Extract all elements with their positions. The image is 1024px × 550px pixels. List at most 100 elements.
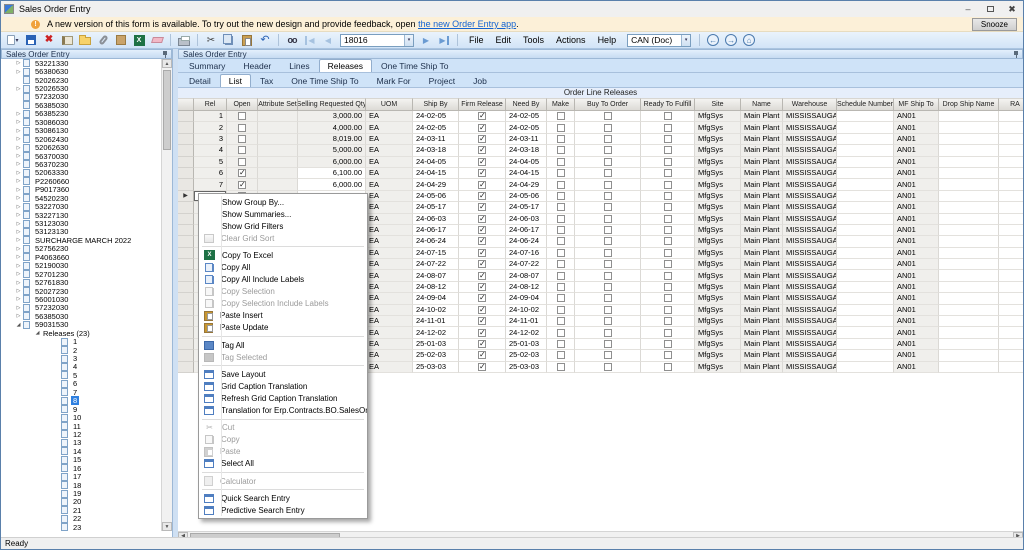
row-header[interactable] [178,293,194,305]
cell-warehouse[interactable]: MISSISSAUGA [783,213,837,225]
context-menu-item-grid-caption-translation[interactable]: Grid Caption Translation [199,380,367,392]
cell-open[interactable] [227,156,258,168]
table-row[interactable]: 2 4,000.00 EA 24-02-05 ✓ 24-02-05 MfgSys Main P… [178,122,1023,134]
cell-name[interactable]: Main Plant [741,111,783,123]
cell-uom[interactable]: EA [366,361,413,373]
cell-site[interactable]: MfgSys [695,213,741,225]
context-menu-item-copy-all[interactable]: Copy All [199,261,367,273]
row-header[interactable] [178,350,194,362]
context-menu-item-refresh-grid-caption-translation[interactable]: Refresh Grid Caption Translation [199,392,367,404]
search-button[interactable]: oo [284,33,300,47]
cell-ready[interactable] [641,133,695,146]
cell-ra[interactable] [999,145,1023,157]
cell-ready[interactable] [641,224,695,237]
cell-sched[interactable] [837,236,894,248]
cell-site[interactable]: MfgSys [695,179,741,191]
cell-site[interactable]: MfgSys [695,133,741,146]
cell-make[interactable] [547,133,575,146]
cell-mf[interactable]: AN01 [894,122,939,134]
cell-warehouse[interactable]: MISSISSAUGA [783,327,837,339]
cell-firm[interactable]: ✓ [459,316,506,328]
cell-make[interactable] [547,179,575,191]
cell-sched[interactable] [837,145,894,157]
cell-need_by[interactable]: 25-03-03 [506,361,547,373]
context-combo[interactable]: CAN (Doc) ▾ [627,33,692,47]
cell-warehouse[interactable]: MISSISSAUGA [783,247,837,260]
cell-warehouse[interactable]: MISSISSAUGA [783,167,837,180]
tree-item[interactable]: ▷ 53221330 [1,59,161,68]
cell-need_by[interactable]: 24-03-11 [506,133,547,146]
tree-collapsed-icon[interactable]: ▷ [15,178,22,184]
cell-mf[interactable]: AN01 [894,247,939,260]
tree-item[interactable]: ▷ P2260660 [1,177,161,186]
checkbox-unchecked[interactable] [556,328,565,337]
cell-ra[interactable] [999,179,1023,191]
cell-uom[interactable]: EA [366,224,413,237]
cell-firm[interactable]: ✓ [459,327,506,339]
cell-ship_by[interactable]: 24-06-24 [413,236,459,248]
cell-ra[interactable] [999,133,1023,146]
context-menu-item-predictive-search-entry[interactable]: Predictive Search Entry [199,504,367,516]
cell-warehouse[interactable]: MISSISSAUGA [783,111,837,123]
cell-open[interactable] [227,111,258,123]
cell-buy[interactable] [575,327,641,339]
tree-item[interactable]: ▷ 53123030 [1,219,161,228]
cell-ready[interactable] [641,270,695,282]
checkbox-unchecked[interactable] [663,237,672,246]
cell-buy[interactable] [575,122,641,134]
cell-buy[interactable] [575,247,641,260]
context-menu-item-tag-all[interactable]: Tag All [199,339,367,351]
cell-ra[interactable] [999,281,1023,294]
cell-site[interactable]: MfgSys [695,259,741,271]
checkbox-checked[interactable]: ✓ [478,305,486,314]
cell-ready[interactable] [641,156,695,168]
row-header[interactable] [178,316,194,328]
checkbox-checked[interactable]: ✓ [478,203,486,212]
checkbox-checked[interactable]: ✓ [478,157,486,166]
cell-open[interactable] [227,145,258,157]
cell-warehouse[interactable]: MISSISSAUGA [783,224,837,237]
checkbox-unchecked[interactable] [603,123,612,132]
cell-uom[interactable]: EA [366,304,413,317]
cell-site[interactable]: MfgSys [695,122,741,134]
cell-firm[interactable]: ✓ [459,281,506,294]
context-menu-item-show-grid-filters[interactable]: Show Grid Filters [199,220,367,232]
cell-ra[interactable] [999,350,1023,362]
checkbox-unchecked[interactable] [663,214,672,223]
close-button[interactable]: ✖ [1001,1,1023,17]
cell-ready[interactable] [641,361,695,373]
row-header[interactable] [178,259,194,271]
package-button[interactable] [113,33,129,47]
cell-sched[interactable] [837,190,894,203]
cell-ra[interactable] [999,327,1023,339]
row-header[interactable] [178,236,194,248]
cell-warehouse[interactable]: MISSISSAUGA [783,350,837,362]
cell-uom[interactable]: EA [366,179,413,191]
cell-buy[interactable] [575,236,641,248]
cell-site[interactable]: MfgSys [695,281,741,294]
tree-collapsed-icon[interactable]: ▷ [15,145,22,151]
cell-drop[interactable] [939,270,999,282]
tree-item[interactable]: ▷ 56385230 [1,109,161,118]
context-menu-item-translation-for-erp-contracts-bo-salesor[interactable]: Translation for Erp.Contracts.BO.SalesOr… [199,405,367,417]
cell-name[interactable]: Main Plant [741,327,783,339]
cell-drop[interactable] [939,247,999,260]
cell-name[interactable]: Main Plant [741,316,783,328]
cell-qty[interactable]: 5,000.00 [298,145,366,157]
cell-ra[interactable] [999,213,1023,225]
cell-warehouse[interactable]: MISSISSAUGA [783,281,837,294]
combo-dropdown-button[interactable]: ▾ [681,34,691,46]
cell-ra[interactable] [999,190,1023,203]
checkbox-unchecked[interactable] [603,157,612,166]
cell-ready[interactable] [641,304,695,317]
checkbox-checked[interactable]: ✓ [478,260,486,269]
tree-item[interactable]: 8 [1,396,161,406]
cell-drop[interactable] [939,202,999,214]
checkbox-unchecked[interactable] [603,112,612,121]
tree-collapsed-icon[interactable]: ▷ [15,204,22,210]
table-row[interactable]: 5 6,000.00 EA 24-04-05 ✓ 24-04-05 MfgSys Main P… [178,156,1023,168]
checkbox-unchecked[interactable] [663,191,672,200]
cell-site[interactable]: MfgSys [695,361,741,373]
cell-firm[interactable]: ✓ [459,122,506,134]
tree-collapsed-icon[interactable]: ▷ [15,221,22,227]
